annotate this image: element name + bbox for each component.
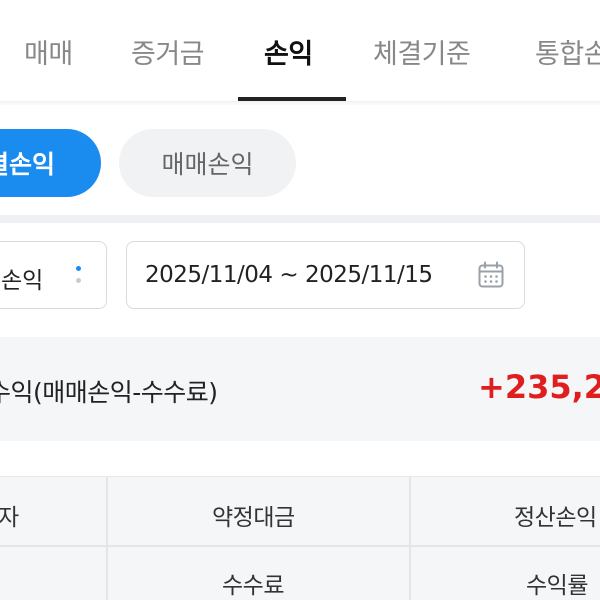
tabs-divider xyxy=(0,101,600,105)
summary-label: 수익(매매손익-수수료) xyxy=(0,378,218,407)
more-vertical-icon[interactable] xyxy=(76,266,82,286)
column-header-return-rate: 수익률 xyxy=(526,573,588,599)
tab-trade[interactable]: 매매 xyxy=(24,32,73,71)
dropdown-label: 손익 xyxy=(1,268,44,294)
filter-pill-trade-profit[interactable]: 매매손익 xyxy=(119,129,296,197)
table-column-divider xyxy=(106,477,108,600)
date-range-picker[interactable]: 2025/11/04 ~ 2025/11/15 xyxy=(126,241,525,309)
tab-profit-loss[interactable]: 손익 xyxy=(264,32,313,71)
top-tab-bar: 매매 증거금 손익 체결기준 통합손 xyxy=(0,0,600,101)
column-header-settlement-profit: 정산손익 xyxy=(514,505,597,531)
tab-execution-basis[interactable]: 체결기준 xyxy=(373,32,471,71)
date-range-text: 2025/11/04 ~ 2025/11/15 xyxy=(145,262,433,288)
column-header-contract-amount: 약정대금 xyxy=(212,505,295,531)
profit-summary: 수익(매매손익-수수료) +235,2 xyxy=(0,337,600,441)
filter-pill-settlement[interactable]: 결손익 xyxy=(0,129,101,197)
column-header-date: 자 xyxy=(0,505,19,531)
profit-type-dropdown[interactable]: 손익 xyxy=(0,241,107,309)
tab-integrated[interactable]: 통합손 xyxy=(535,32,600,71)
table-header-row-divider xyxy=(0,545,600,547)
tab-margin[interactable]: 증거금 xyxy=(131,32,205,71)
column-header-fee: 수수료 xyxy=(222,573,284,599)
table-column-divider xyxy=(409,477,411,600)
section-divider xyxy=(0,215,600,223)
calendar-icon[interactable] xyxy=(477,261,505,289)
summary-value: +235,2 xyxy=(478,368,600,406)
screen: 매매 증거금 손익 체결기준 통합손 결손익 매매손익 손익 2025/11/0… xyxy=(0,0,600,600)
table-header: 자 약정대금 정산손익 수수료 수익률 xyxy=(0,476,600,600)
